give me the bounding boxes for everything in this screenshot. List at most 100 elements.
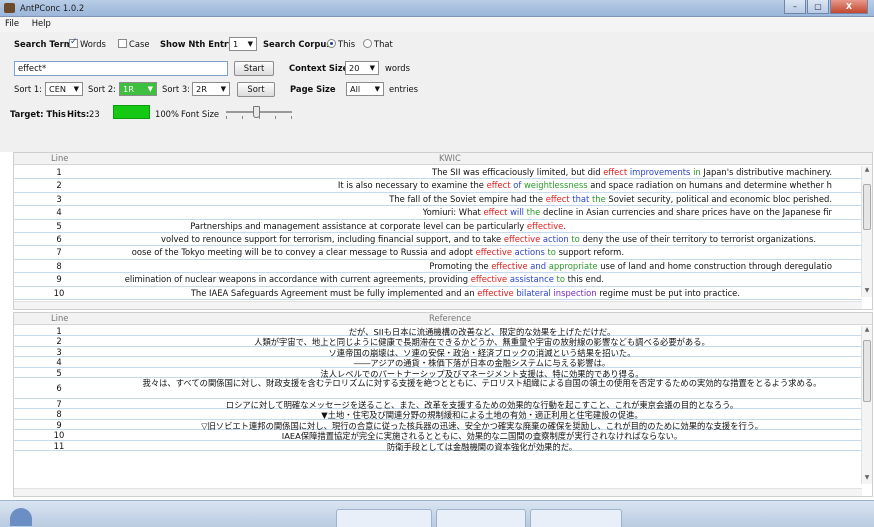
corpus-that-radio[interactable] bbox=[363, 39, 372, 48]
reference-vertical-scrollbar[interactable]: ▲ ▼ bbox=[861, 326, 872, 484]
table-row[interactable]: 7 ロシアに対して明確なメッセージを送ること、また、改革を支援するための効果的な行… bbox=[14, 398, 862, 410]
scroll-down-icon[interactable]: ▼ bbox=[862, 474, 872, 484]
case-option[interactable]: Case bbox=[118, 39, 150, 49]
kwic-horizontal-scrollbar[interactable] bbox=[14, 301, 862, 309]
line-number: 1 bbox=[56, 326, 62, 336]
hits-value: 23 bbox=[89, 109, 100, 119]
progress-bar bbox=[113, 105, 150, 119]
sort1-select[interactable]: CEN ▼ bbox=[45, 82, 83, 96]
corpus-this-option[interactable]: This bbox=[327, 39, 355, 49]
right-word-1: bilateral bbox=[513, 287, 551, 298]
progress-text: 100% bbox=[155, 109, 179, 119]
line-number: 7 bbox=[56, 398, 62, 409]
line-number: 2 bbox=[56, 336, 62, 347]
start-orb-icon[interactable] bbox=[10, 508, 32, 526]
table-row[interactable]: 11 防衛手段としては金融機関の資本強化が効果的だ。 bbox=[14, 440, 862, 452]
table-row[interactable]: 2 It is also necessary to examine the ef… bbox=[14, 179, 862, 193]
context-size-label: Context Size bbox=[289, 63, 349, 73]
nth-entry-select[interactable]: 1 ▼ bbox=[229, 37, 257, 51]
keyword: effect bbox=[545, 193, 570, 204]
table-row[interactable]: 4 ――アジアの通貨・株価下落が日本の金融システムに与える影響は。 bbox=[14, 357, 862, 368]
search-input[interactable]: effect* bbox=[14, 61, 228, 76]
taskbar-button[interactable] bbox=[436, 509, 526, 527]
words-checkbox[interactable] bbox=[69, 37, 78, 48]
taskbar-button[interactable] bbox=[530, 509, 622, 527]
right-word-2: appropriate bbox=[546, 260, 598, 271]
chevron-down-icon: ▼ bbox=[374, 85, 380, 93]
kwic-line: oose of the Tokyo meeting will be to con… bbox=[131, 247, 624, 258]
table-row[interactable]: 3 ソ連帝国の崩壊は、ソ連の安保・政治・経済ブロックの消滅という結果を招いた。 bbox=[14, 347, 862, 358]
kwic-line: Yomiuri: What effect will the decline in… bbox=[422, 207, 832, 218]
table-row[interactable]: 6 我々は、すべての関係国に対し、財政支援を含むテロリズムに対する支援を絶つととも… bbox=[14, 378, 862, 399]
menu-file[interactable]: File bbox=[0, 17, 24, 28]
table-row[interactable]: 10 The IAEA Safeguards Agreement must be… bbox=[14, 287, 862, 300]
scroll-up-icon[interactable]: ▲ bbox=[862, 326, 872, 336]
words-option[interactable]: Words bbox=[69, 37, 106, 49]
sort2-select[interactable]: 1R ▼ bbox=[119, 82, 157, 96]
table-row[interactable]: 1 だが、SIIも日本に流通機構の改善など、限定的な効果を上げただけだ。 bbox=[14, 326, 862, 337]
reference-table: Line Reference 1 だが、SIIも日本に流通機構の改善など、限定的な… bbox=[13, 312, 873, 497]
reference-header-line: Line bbox=[51, 313, 69, 323]
keyword: effect bbox=[483, 207, 508, 218]
search-term-label: Search Term bbox=[14, 39, 73, 49]
table-row[interactable]: 9 elimination of nuclear weapons in acco… bbox=[14, 273, 862, 287]
table-row[interactable]: 8 Promoting the effective and appropriat… bbox=[14, 260, 862, 274]
reference-rows: 1 だが、SIIも日本に流通機構の改善など、限定的な効果を上げただけだ。 2 人類が… bbox=[14, 326, 862, 452]
kwic-vertical-scrollbar[interactable]: ▲ ▼ bbox=[861, 166, 872, 297]
table-row[interactable]: 8 ▼土地・住宅及び関連分野の規制緩和による土地の有効・適正利用と住宅建設の促進。 bbox=[14, 409, 862, 420]
line-number: 10 bbox=[53, 287, 65, 298]
table-row[interactable]: 6 volved to renounce support for terrori… bbox=[14, 233, 862, 247]
page-size-unit: entries bbox=[389, 84, 419, 94]
page-size-select[interactable]: All ▼ bbox=[346, 82, 384, 96]
kwic-line: Partnerships and management assistance a… bbox=[190, 220, 566, 231]
sort-button[interactable]: Sort bbox=[237, 82, 275, 97]
sort3-select[interactable]: 2R ▼ bbox=[192, 82, 230, 96]
minimize-button[interactable]: – bbox=[784, 0, 806, 14]
menu-help[interactable]: Help bbox=[27, 17, 56, 28]
menu-bar: File Help bbox=[0, 17, 874, 32]
right-word-2: to bbox=[544, 247, 556, 258]
table-row[interactable]: 4 Yomiuri: What effect will the decline … bbox=[14, 206, 862, 220]
reference-header-text: Reference bbox=[429, 313, 472, 323]
line-number: 8 bbox=[56, 260, 62, 271]
hits-label: Hits: bbox=[67, 109, 90, 119]
taskbar-button[interactable] bbox=[336, 509, 432, 527]
right-word-2: weightlessness bbox=[521, 180, 588, 191]
line-number: 11 bbox=[53, 440, 65, 451]
table-row[interactable]: 2 人類が宇宙で、地上と同じように健康で長期滞在できるかどうか、無重量や宇宙の放射… bbox=[14, 336, 862, 347]
case-checkbox[interactable] bbox=[118, 39, 127, 48]
corpus-that-option[interactable]: That bbox=[363, 39, 393, 49]
scroll-down-icon[interactable]: ▼ bbox=[862, 287, 872, 297]
right-word-1: action bbox=[540, 233, 569, 244]
kwic-line: The IAEA Safeguards Agreement must be fu… bbox=[190, 287, 740, 298]
table-row[interactable]: 7 oose of the Tokyo meeting will be to c… bbox=[14, 246, 862, 260]
right-word-1: and bbox=[527, 260, 547, 271]
table-row[interactable]: 5 法人レベルでのパートナーシップ及びマネージメント支援は、特に効果的であり得る。 bbox=[14, 368, 862, 379]
slider-thumb[interactable] bbox=[253, 106, 260, 118]
table-row[interactable]: 1 The SII was efficaciously limited, but… bbox=[14, 166, 862, 180]
reference-horizontal-scrollbar[interactable] bbox=[14, 488, 862, 496]
corpus-this-radio[interactable] bbox=[327, 39, 336, 48]
kwic-table: Line KWIC 1 The SII was efficaciously li… bbox=[13, 152, 873, 310]
kwic-header-text: KWIC bbox=[439, 153, 461, 163]
right-word-1: assistance bbox=[507, 274, 554, 285]
table-row[interactable]: 3 The fall of the Soviet empire had the … bbox=[14, 193, 862, 207]
font-size-slider[interactable] bbox=[226, 106, 292, 119]
right-word-1: of bbox=[510, 180, 522, 191]
start-button[interactable]: Start bbox=[234, 61, 274, 76]
scroll-up-icon[interactable]: ▲ bbox=[862, 166, 872, 176]
kwic-header: Line KWIC bbox=[14, 153, 872, 165]
close-button[interactable]: X bbox=[830, 0, 868, 14]
kwic-line: The fall of the Soviet empire had the ef… bbox=[389, 193, 832, 204]
page-size-label: Page Size bbox=[290, 84, 336, 94]
table-row[interactable]: 9 ▽旧ソビエト連邦の関係国に対し、現行の合意に従った核兵器の迅速、安全かつ確実な… bbox=[14, 420, 862, 431]
right-word-2: to bbox=[568, 233, 580, 244]
scroll-thumb[interactable] bbox=[863, 184, 871, 230]
table-row[interactable]: 10 IAEA保障措置協定が完全に実施されるとともに、効果的な二国間の査察制度が実… bbox=[14, 430, 862, 441]
right-word-1: that bbox=[569, 193, 590, 204]
table-row[interactable]: 5 Partnerships and management assistance… bbox=[14, 220, 862, 233]
scroll-thumb[interactable] bbox=[863, 340, 871, 402]
context-size-select[interactable]: 20 ▼ bbox=[345, 61, 379, 75]
maximize-button[interactable]: ▢ bbox=[807, 0, 829, 14]
line-number: 7 bbox=[56, 247, 62, 258]
